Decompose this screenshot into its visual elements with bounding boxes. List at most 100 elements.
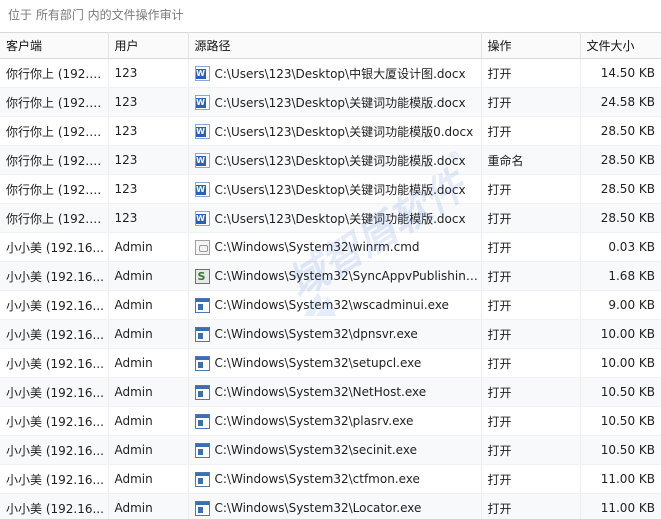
cell-file-size: 11.00 KB (580, 464, 661, 494)
cell-source-path: C:\Windows\System32\wscadminui.exe (188, 290, 482, 320)
cell-operation: 打开 (481, 377, 581, 407)
cell-source-path: C:\Windows\System32\SyncAppvPublishing..… (188, 261, 482, 291)
cell-source-path: C:\Users\123\Desktop\关键词功能模版.docx (188, 87, 482, 117)
table-row[interactable]: 小小美 (192.16... Admin C:\Windows\System32\s… (0, 348, 661, 378)
cell-user: Admin (108, 435, 189, 465)
cell-file-size: 10.00 KB (580, 319, 661, 349)
word-doc-icon (194, 65, 210, 81)
cell-source-path: C:\Users\123\Desktop\关键词功能模版.docx (188, 174, 482, 204)
cell-source-path: C:\Windows\System32\setupcl.exe (188, 348, 482, 378)
cell-client: 小小美 (192.16... (0, 493, 109, 519)
column-header-user[interactable]: 用户 (108, 32, 189, 59)
cell-client: 你行你上 (192.1... (0, 87, 109, 117)
cell-path-text: C:\Windows\System32\plasrv.exe (214, 414, 414, 428)
cell-path-text: C:\Users\123\Desktop\关键词功能模版.docx (214, 153, 466, 168)
table-row[interactable]: 小小美 (192.16... Admin C:\Windows\System32\c… (0, 464, 661, 494)
cell-operation: 打开 (481, 464, 581, 494)
table-row[interactable]: 小小美 (192.16... Admin C:\Windows\System32\w… (0, 290, 661, 320)
table-row[interactable]: 你行你上 (192.1...123 C:\Users\123\Desktop\关键… (0, 145, 661, 175)
cell-client: 小小美 (192.16... (0, 290, 109, 320)
exe-file-icon (194, 384, 210, 400)
cell-client: 你行你上 (192.1... (0, 145, 109, 175)
cell-source-path: C:\Windows\System32\plasrv.exe (188, 406, 482, 436)
cell-user: Admin (108, 493, 189, 519)
column-header-file-size[interactable]: 文件大小 (580, 32, 661, 59)
cell-source-path: C:\Windows\System32\dpnsvr.exe (188, 319, 482, 349)
cell-user: 123 (108, 174, 189, 204)
cell-file-size: 28.50 KB (580, 145, 661, 175)
cell-user: 123 (108, 58, 189, 88)
cell-path-text: C:\Windows\System32\SyncAppvPublishing..… (214, 269, 481, 283)
cell-path-text: C:\Windows\System32\dpnsvr.exe (214, 327, 418, 341)
cell-operation: 打开 (481, 290, 581, 320)
exe-file-icon (194, 297, 210, 313)
exe-file-icon (194, 500, 210, 516)
cell-operation: 打开 (481, 203, 581, 233)
cell-user: Admin (108, 464, 189, 494)
cell-path-text: C:\Users\123\Desktop\关键词功能模版0.docx (214, 124, 474, 139)
cell-path-text: C:\Windows\System32\secinit.exe (214, 443, 417, 457)
table-header-row: 客户端 用户 源路径 操作 文件大小 (0, 32, 661, 59)
cell-client: 小小美 (192.16... (0, 319, 109, 349)
cell-path-text: C:\Windows\System32\setupcl.exe (214, 356, 422, 370)
column-header-operation[interactable]: 操作 (481, 32, 581, 59)
cell-user: 123 (108, 203, 189, 233)
cell-path-text: C:\Windows\System32\wscadminui.exe (214, 298, 449, 312)
cell-operation: 打开 (481, 232, 581, 262)
table-row[interactable]: 小小美 (192.16...Admin C:\Windows\System32\S… (0, 261, 661, 291)
cell-file-size: 11.00 KB (580, 493, 661, 519)
cell-source-path: C:\Users\123\Desktop\关键词功能模版.docx (188, 203, 482, 233)
cell-path-text: C:\Users\123\Desktop\中银大厦设计图.docx (214, 66, 466, 81)
cell-source-path: C:\Users\123\Desktop\关键词功能模版.docx (188, 145, 482, 175)
table-row[interactable]: 你行你上 (192.1...123 C:\Users\123\Desktop\中银… (0, 58, 661, 88)
table-row[interactable]: 小小美 (192.16... Admin C:\Windows\System32\d… (0, 319, 661, 349)
cell-operation: 打开 (481, 174, 581, 204)
cell-user: Admin (108, 261, 189, 291)
table-row[interactable]: 你行你上 (192.1...123 C:\Users\123\Desktop\关键… (0, 174, 661, 204)
cell-file-size: 28.50 KB (580, 174, 661, 204)
cell-client: 你行你上 (192.1... (0, 203, 109, 233)
table-row[interactable]: 你行你上 (192.1...123 C:\Users\123\Desktop\关键… (0, 203, 661, 233)
cell-file-size: 28.50 KB (580, 203, 661, 233)
table-row[interactable]: 小小美 (192.16... Admin C:\Windows\System32\L… (0, 493, 661, 519)
table-row[interactable]: 小小美 (192.16... Admin C:\Windows\System32\N… (0, 377, 661, 407)
word-doc-icon (194, 123, 210, 139)
cell-client: 小小美 (192.16... (0, 261, 109, 291)
word-doc-icon (194, 94, 210, 110)
cell-source-path: C:\Users\123\Desktop\中银大厦设计图.docx (188, 58, 482, 88)
column-header-client[interactable]: 客户端 (0, 32, 109, 59)
cell-path-text: C:\Users\123\Desktop\关键词功能模版.docx (214, 182, 466, 197)
cell-file-size: 28.50 KB (580, 116, 661, 146)
cell-source-path: C:\Users\123\Desktop\关键词功能模版0.docx (188, 116, 482, 146)
page-title: 位于 所有部门 内的文件操作审计 (0, 0, 661, 32)
table-row[interactable]: 你行你上 (192.1...123 C:\Users\123\Desktop\关键… (0, 87, 661, 117)
table-row[interactable]: 小小美 (192.16... Admin C:\Windows\System32\p… (0, 406, 661, 436)
exe-file-icon (194, 471, 210, 487)
table-row[interactable]: 你行你上 (192.1...123 C:\Users\123\Desktop\关键… (0, 116, 661, 146)
cell-source-path: C:\Windows\System32\winrm.cmd (188, 232, 482, 262)
cell-operation: 打开 (481, 261, 581, 291)
cell-client: 小小美 (192.16... (0, 406, 109, 436)
word-doc-icon (194, 210, 210, 226)
table-row[interactable]: 小小美 (192.16... Admin C:\Windows\System32\s… (0, 435, 661, 465)
cell-path-text: C:\Windows\System32\Locator.exe (214, 501, 422, 515)
cell-client: 小小美 (192.16... (0, 435, 109, 465)
cell-path-text: C:\Windows\System32\NetHost.exe (214, 385, 427, 399)
table-row[interactable]: 小小美 (192.16... Admin C:\Windows\System32\w… (0, 232, 661, 262)
cell-operation: 重命名 (481, 145, 581, 175)
cell-file-size: 10.50 KB (580, 406, 661, 436)
cell-client: 你行你上 (192.1... (0, 58, 109, 88)
cell-file-size: 10.50 KB (580, 435, 661, 465)
exe-file-icon (194, 413, 210, 429)
cell-file-size: 24.58 KB (580, 87, 661, 117)
audit-table-container[interactable]: 客户端 用户 源路径 操作 文件大小 你行你上 (192.1...123C:\U… (0, 32, 661, 519)
cell-file-size: 1.68 KB (580, 261, 661, 291)
cell-user: Admin (108, 290, 189, 320)
cell-client: 小小美 (192.16... (0, 464, 109, 494)
cell-client: 小小美 (192.16... (0, 348, 109, 378)
cell-user: Admin (108, 232, 189, 262)
cell-file-size: 10.50 KB (580, 377, 661, 407)
column-header-source-path[interactable]: 源路径 (188, 32, 482, 59)
cell-operation: 打开 (481, 406, 581, 436)
cell-client: 你行你上 (192.1... (0, 116, 109, 146)
